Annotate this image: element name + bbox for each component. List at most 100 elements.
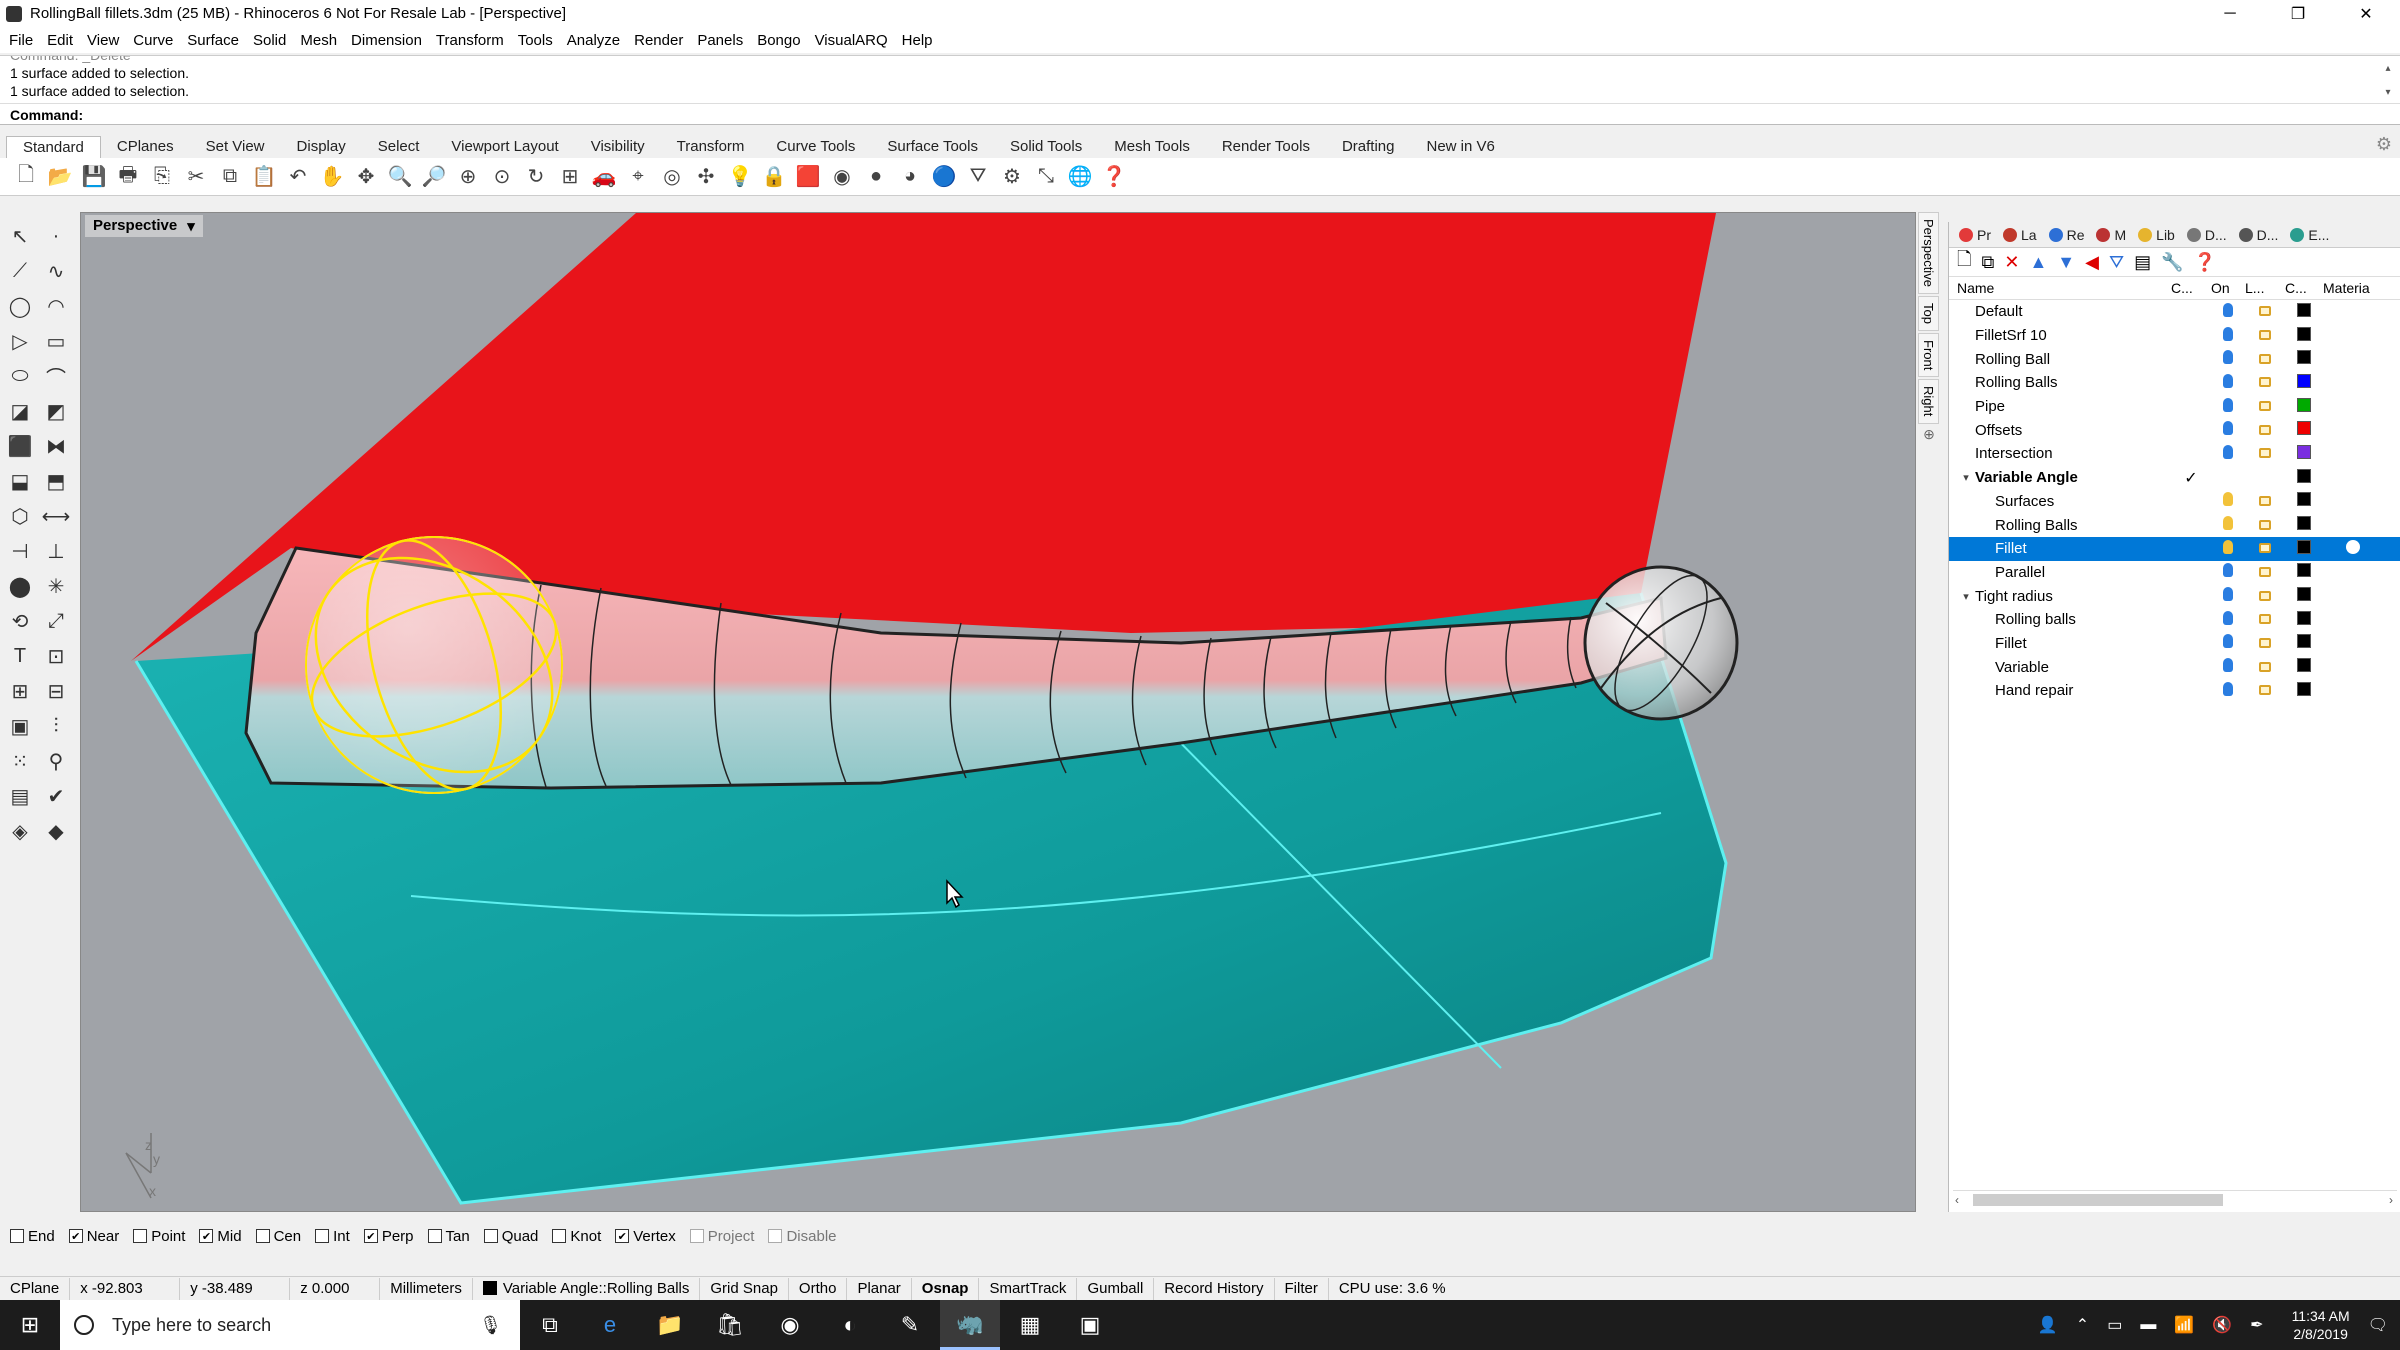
status-ortho[interactable]: Ortho bbox=[789, 1277, 848, 1300]
status-osnap[interactable]: Osnap bbox=[912, 1277, 980, 1300]
osnap-mid[interactable]: ✔ Mid bbox=[199, 1228, 242, 1245]
layer-on-cell[interactable] bbox=[2211, 610, 2245, 629]
layer-lock-cell[interactable] bbox=[2245, 422, 2285, 439]
shaded-sphere-icon[interactable]: ● bbox=[862, 163, 890, 191]
layer-name-cell[interactable]: Default bbox=[1949, 303, 2171, 320]
close-button[interactable]: ✕ bbox=[2332, 0, 2400, 27]
new-layer-icon[interactable]: 🗋 bbox=[1957, 247, 1971, 277]
checkbox[interactable] bbox=[552, 1229, 567, 1243]
scroll-up-icon[interactable]: ▴ bbox=[2382, 60, 2394, 78]
layer-row[interactable]: Rolling Balls bbox=[1949, 513, 2400, 537]
zoom-extents-icon[interactable]: ⊕ bbox=[454, 163, 482, 191]
layer-on-cell[interactable] bbox=[2211, 444, 2245, 463]
layer-lock-cell[interactable] bbox=[2245, 493, 2285, 510]
rendered-sphere-icon[interactable]: ◕ bbox=[896, 163, 924, 191]
layer-name-cell[interactable]: Fillet bbox=[1949, 540, 2171, 557]
layer-name-cell[interactable]: Surfaces bbox=[1949, 493, 2171, 510]
layer-material-cell[interactable] bbox=[2323, 539, 2383, 558]
cplane-icon[interactable]: ⌖ bbox=[624, 163, 652, 191]
rectangle-icon[interactable]: ▭ bbox=[40, 325, 72, 357]
layer-lock-cell[interactable] bbox=[2245, 398, 2285, 415]
layer-on-cell[interactable] bbox=[2211, 587, 2245, 605]
add-viewport-icon[interactable]: ⊕ bbox=[1918, 426, 1940, 443]
layer-row[interactable]: Rolling Ball bbox=[1949, 347, 2400, 371]
options-gear-icon[interactable]: ⚙ bbox=[998, 163, 1026, 191]
command-line[interactable]: Command: bbox=[0, 103, 2400, 125]
status-filter[interactable]: Filter bbox=[1275, 1277, 1329, 1300]
scroll-down-icon[interactable]: ▾ bbox=[2382, 84, 2394, 102]
move-to-parent-icon[interactable]: ◀ bbox=[2085, 252, 2099, 273]
layer-name-cell[interactable]: Rolling balls bbox=[1949, 611, 2171, 628]
select-points-icon[interactable]: ✣ bbox=[692, 163, 720, 191]
layer-row[interactable]: Variable bbox=[1949, 655, 2400, 679]
sidetab-perspective[interactable]: Perspective bbox=[1918, 212, 1939, 294]
layer-color-cell[interactable] bbox=[2285, 350, 2323, 368]
sidetab-front[interactable]: Front bbox=[1918, 332, 1939, 378]
split-icon[interactable]: ⊥ bbox=[40, 535, 72, 567]
material-icon[interactable]: ◆ bbox=[40, 815, 72, 847]
scrollbar-thumb[interactable] bbox=[1973, 1193, 2223, 1206]
check-icon[interactable]: ✔ bbox=[40, 780, 72, 812]
car-icon[interactable]: 🚗 bbox=[590, 163, 618, 191]
checkbox[interactable] bbox=[255, 1229, 270, 1243]
menu-render[interactable]: Render bbox=[631, 32, 694, 49]
menu-analyze[interactable]: Analyze bbox=[564, 32, 631, 49]
layer-name-cell[interactable]: Offsets bbox=[1949, 422, 2171, 439]
col-header-name[interactable]: Name bbox=[1949, 280, 2171, 296]
print-icon[interactable]: 🖶 bbox=[114, 163, 142, 191]
tab-display[interactable]: Display bbox=[281, 136, 362, 158]
layer-name-cell[interactable]: Hand repair bbox=[1949, 682, 2171, 699]
menu-bongo[interactable]: Bongo bbox=[754, 32, 811, 49]
paste-icon[interactable]: 📋 bbox=[250, 163, 278, 191]
checkbox[interactable]: ✔ bbox=[615, 1229, 630, 1243]
expand-chevron-icon[interactable]: ▾ bbox=[1957, 471, 1975, 484]
osnap-near[interactable]: ✔ Near bbox=[68, 1228, 119, 1245]
layer-color-cell[interactable] bbox=[2285, 421, 2323, 439]
layer-row[interactable]: Offsets bbox=[1949, 418, 2400, 442]
layer-on-cell[interactable] bbox=[2211, 658, 2245, 676]
menu-help[interactable]: Help bbox=[899, 32, 944, 49]
taskbar-search[interactable]: Type here to search 🎙 bbox=[60, 1300, 520, 1350]
array-icon[interactable]: ⊞ bbox=[4, 675, 36, 707]
layer-color-cell[interactable] bbox=[2285, 326, 2323, 345]
grid-dots-icon[interactable]: ⁙ bbox=[4, 745, 36, 777]
filter-icon[interactable]: ⛛ bbox=[964, 163, 992, 191]
layer-color-cell[interactable] bbox=[2285, 658, 2323, 676]
layer-name-cell[interactable]: Variable bbox=[1949, 659, 2171, 676]
measure-icon[interactable]: ⫶ bbox=[40, 710, 72, 742]
col-header-material[interactable]: Materia bbox=[2323, 280, 2383, 296]
layer-color-cell[interactable] bbox=[2285, 468, 2323, 487]
layer-row[interactable]: Rolling Balls bbox=[1949, 371, 2400, 395]
layer-on-cell[interactable] bbox=[2211, 302, 2245, 321]
status-record-history[interactable]: Record History bbox=[1154, 1277, 1275, 1300]
menu-dimension[interactable]: Dimension bbox=[348, 32, 433, 49]
layer-row[interactable]: Default bbox=[1949, 300, 2400, 324]
move-down-icon[interactable]: ▼ bbox=[2057, 252, 2075, 273]
expand-chevron-icon[interactable]: ▾ bbox=[1957, 590, 1975, 603]
panel-tab-display-modes[interactable]: D... bbox=[2233, 227, 2285, 243]
layer-color-cell[interactable] bbox=[2285, 492, 2323, 510]
box-icon[interactable]: ⬛ bbox=[4, 430, 36, 462]
circle-icon[interactable]: ◯ bbox=[4, 290, 36, 322]
globe-icon[interactable]: 🌐 bbox=[1066, 163, 1094, 191]
minimize-button[interactable]: ─ bbox=[2196, 0, 2264, 27]
osnap-perp[interactable]: ✔ Perp bbox=[363, 1228, 414, 1245]
panel-tab-libraries[interactable]: Lib bbox=[2132, 227, 2181, 243]
layer-lock-cell[interactable] bbox=[2245, 445, 2285, 462]
osnap-knot[interactable]: Knot bbox=[552, 1228, 601, 1245]
fillet-curve-icon[interactable]: ⌒ bbox=[40, 360, 72, 392]
zoom-icon[interactable]: 🔍 bbox=[386, 163, 414, 191]
solid-tools-icon[interactable]: ▣ bbox=[4, 710, 36, 742]
osnap-cen[interactable]: Cen bbox=[255, 1228, 301, 1245]
dimension-icon[interactable]: ⤡ bbox=[1032, 163, 1060, 191]
render-tool-icon[interactable]: ◈ bbox=[4, 815, 36, 847]
app-icon-2[interactable]: ✎ bbox=[880, 1300, 940, 1350]
status-units[interactable]: Millimeters bbox=[380, 1277, 473, 1300]
tab-new-in-v6[interactable]: New in V6 bbox=[1411, 136, 1511, 158]
text-icon[interactable]: T bbox=[4, 640, 36, 672]
edge-browser-icon[interactable]: e bbox=[580, 1300, 640, 1350]
menu-view[interactable]: View bbox=[84, 32, 130, 49]
save-icon[interactable]: 💾 bbox=[80, 163, 108, 191]
tab-cplanes[interactable]: CPlanes bbox=[101, 136, 190, 158]
move-view-icon[interactable]: ✥ bbox=[352, 163, 380, 191]
